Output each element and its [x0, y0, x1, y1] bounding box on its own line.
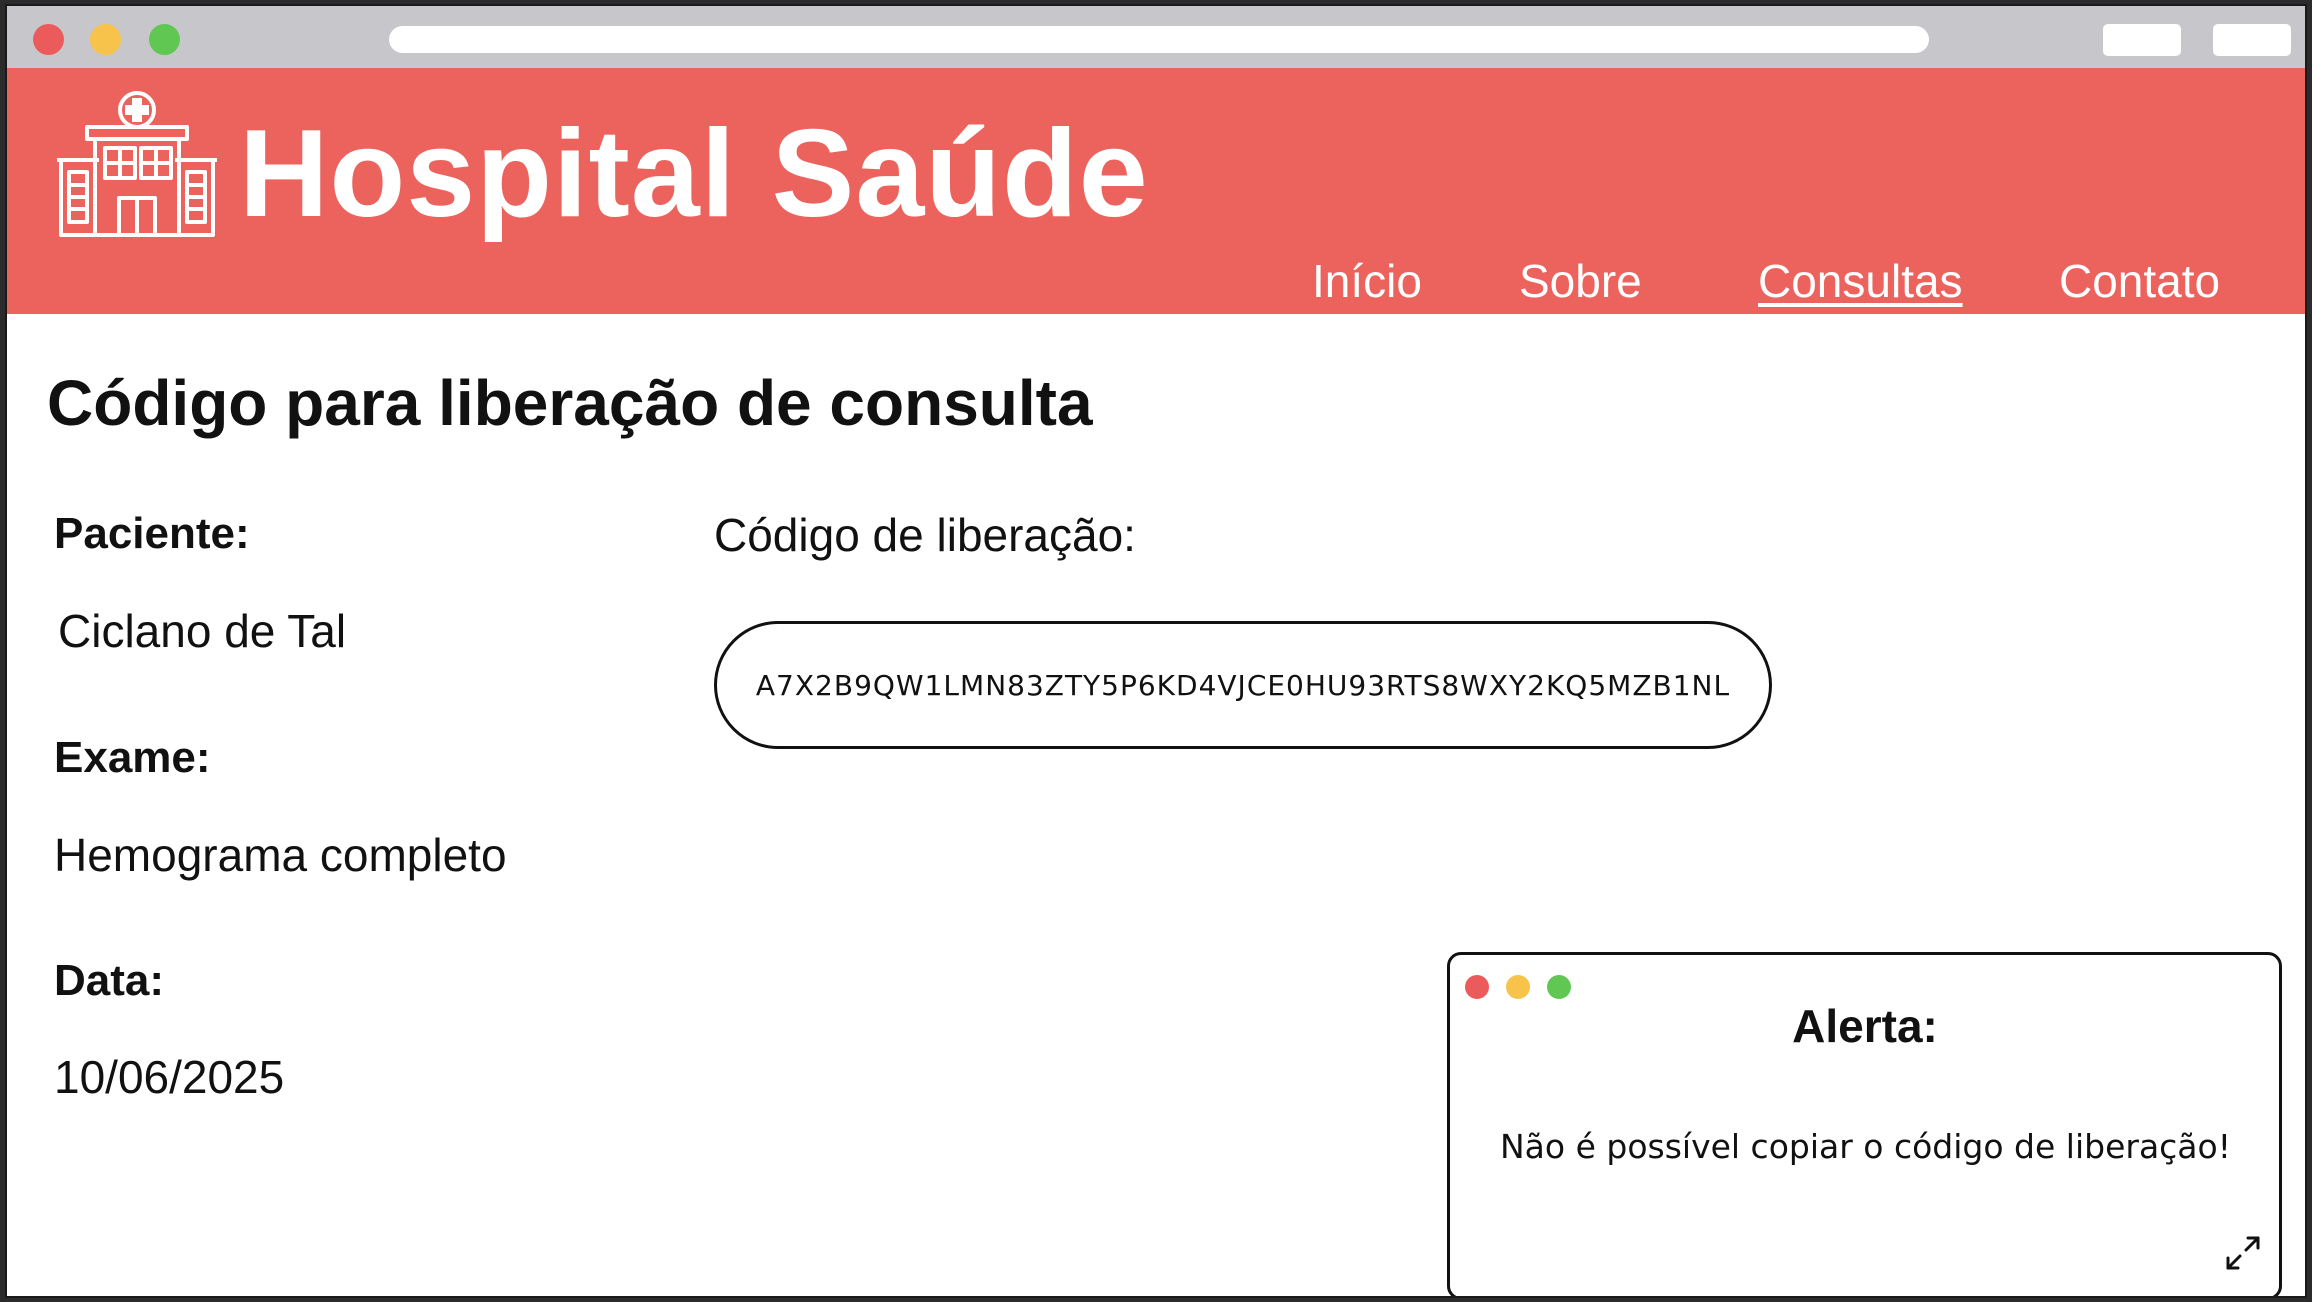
- hospital-building-icon: [57, 91, 217, 237]
- page-title: Código para liberação de consulta: [47, 367, 1093, 439]
- alert-minimize-button[interactable]: [1506, 975, 1530, 999]
- expand-arrows-icon[interactable]: [2223, 1233, 2263, 1273]
- alert-title: Alerta:: [1792, 1000, 1938, 1052]
- patient-value: Ciclano de Tal: [58, 605, 347, 657]
- exam-label: Exame:: [54, 733, 211, 782]
- browser-menu-button[interactable]: [2213, 24, 2291, 56]
- browser-chrome: [7, 6, 2305, 68]
- maximize-window-button[interactable]: [149, 24, 180, 55]
- browser-action-button[interactable]: [2103, 24, 2181, 56]
- site-title: Hospital Saúde: [239, 105, 1149, 243]
- alert-close-button[interactable]: [1465, 975, 1489, 999]
- minimize-window-button[interactable]: [90, 24, 121, 55]
- alert-dialog: Alerta: Não é possível copiar o código d…: [1447, 952, 2282, 1296]
- nav-contato[interactable]: Contato: [2059, 254, 2220, 308]
- browser-window: Hospital Saúde Início Sobre Consultas Co…: [5, 4, 2307, 1298]
- release-code-field[interactable]: A7X2B9QW1LMN83ZTY5P6KD4VJCE0HU93RTS8WXY2…: [714, 621, 1772, 749]
- release-code-label: Código de liberação:: [714, 509, 1136, 561]
- date-label: Data:: [54, 956, 165, 1005]
- date-value: 10/06/2025: [54, 1051, 285, 1103]
- close-window-button[interactable]: [33, 24, 64, 55]
- alert-message: Não é possível copiar o código de libera…: [1500, 1127, 2231, 1166]
- nav-consultas[interactable]: Consultas: [1758, 254, 1963, 308]
- nav-sobre[interactable]: Sobre: [1519, 254, 1642, 308]
- exam-value: Hemograma completo: [54, 829, 507, 881]
- nav-inicio[interactable]: Início: [1312, 254, 1422, 308]
- patient-label: Paciente:: [54, 509, 250, 558]
- alert-maximize-button[interactable]: [1547, 975, 1571, 999]
- address-bar[interactable]: [389, 26, 1929, 53]
- site-header: Hospital Saúde Início Sobre Consultas Co…: [7, 68, 2305, 314]
